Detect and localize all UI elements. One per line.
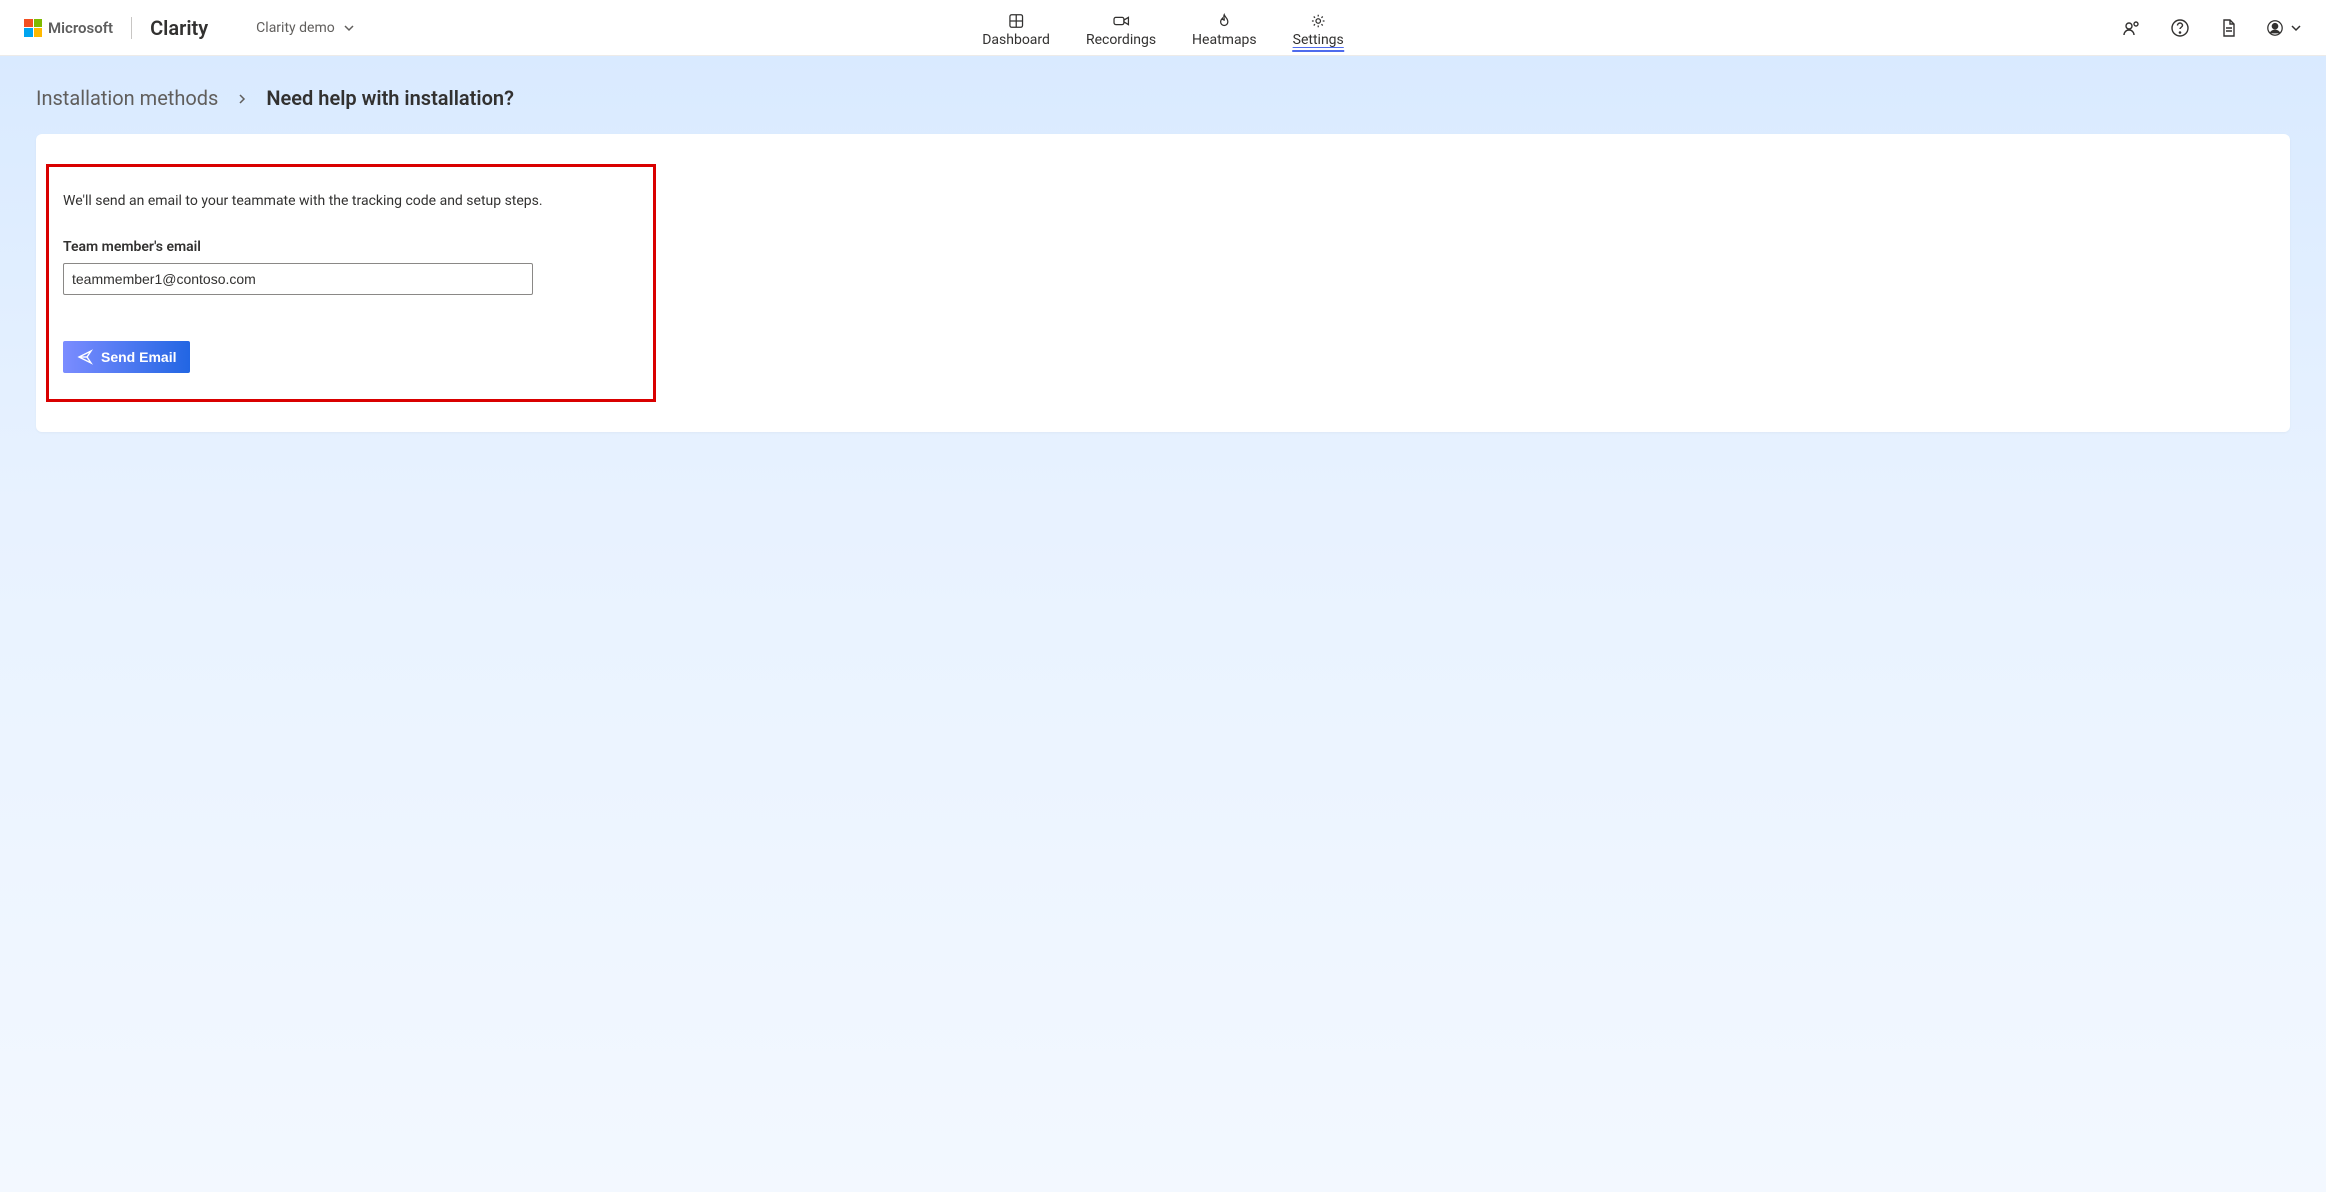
send-email-label: Send Email — [101, 349, 176, 365]
breadcrumb: Installation methods Need help with inst… — [0, 56, 2326, 134]
project-name: Clarity demo — [256, 20, 335, 36]
team-email-input[interactable] — [63, 263, 533, 295]
app-header: Microsoft Clarity Clarity demo Dashboard… — [0, 0, 2326, 56]
content-card: We'll send an email to your teammate wit… — [36, 134, 2290, 432]
gear-icon — [1309, 12, 1327, 30]
chevron-down-icon — [2290, 22, 2302, 34]
send-email-button[interactable]: Send Email — [63, 341, 190, 373]
clarity-brand[interactable]: Clarity — [150, 16, 208, 40]
intro-text: We'll send an email to your teammate wit… — [63, 193, 639, 239]
nav-tabs: Dashboard Recordings Heatmaps Settings — [982, 0, 1344, 56]
tab-label: Recordings — [1086, 32, 1156, 48]
people-icon[interactable] — [2122, 18, 2142, 38]
breadcrumb-current: Need help with installation? — [266, 86, 514, 110]
page-body: Installation methods Need help with inst… — [0, 56, 2326, 1192]
video-icon — [1112, 12, 1130, 30]
chevron-down-icon — [343, 22, 355, 34]
tab-label: Settings — [1293, 32, 1344, 48]
microsoft-icon — [24, 19, 42, 37]
tab-label: Heatmaps — [1192, 32, 1257, 48]
header-right — [2122, 18, 2302, 38]
dashboard-icon — [1007, 12, 1025, 30]
email-label: Team member's email — [63, 239, 639, 255]
tab-heatmaps[interactable]: Heatmaps — [1192, 6, 1257, 56]
flame-icon — [1215, 12, 1233, 30]
tab-label: Dashboard — [982, 32, 1050, 48]
project-picker[interactable]: Clarity demo — [256, 20, 355, 36]
tab-settings[interactable]: Settings — [1293, 6, 1344, 56]
send-icon — [77, 349, 93, 365]
breadcrumb-prev[interactable]: Installation methods — [36, 86, 218, 110]
chevron-right-icon — [236, 86, 248, 110]
help-icon[interactable] — [2170, 18, 2190, 38]
microsoft-logo[interactable]: Microsoft — [24, 19, 113, 37]
divider — [131, 17, 132, 39]
microsoft-label: Microsoft — [48, 19, 113, 37]
account-menu[interactable] — [2266, 19, 2302, 37]
tab-recordings[interactable]: Recordings — [1086, 6, 1156, 56]
tab-dashboard[interactable]: Dashboard — [982, 6, 1050, 56]
header-left: Microsoft Clarity Clarity demo — [24, 16, 355, 40]
document-icon[interactable] — [2218, 18, 2238, 38]
user-circle-icon — [2266, 19, 2284, 37]
highlight-box: We'll send an email to your teammate wit… — [46, 164, 656, 402]
